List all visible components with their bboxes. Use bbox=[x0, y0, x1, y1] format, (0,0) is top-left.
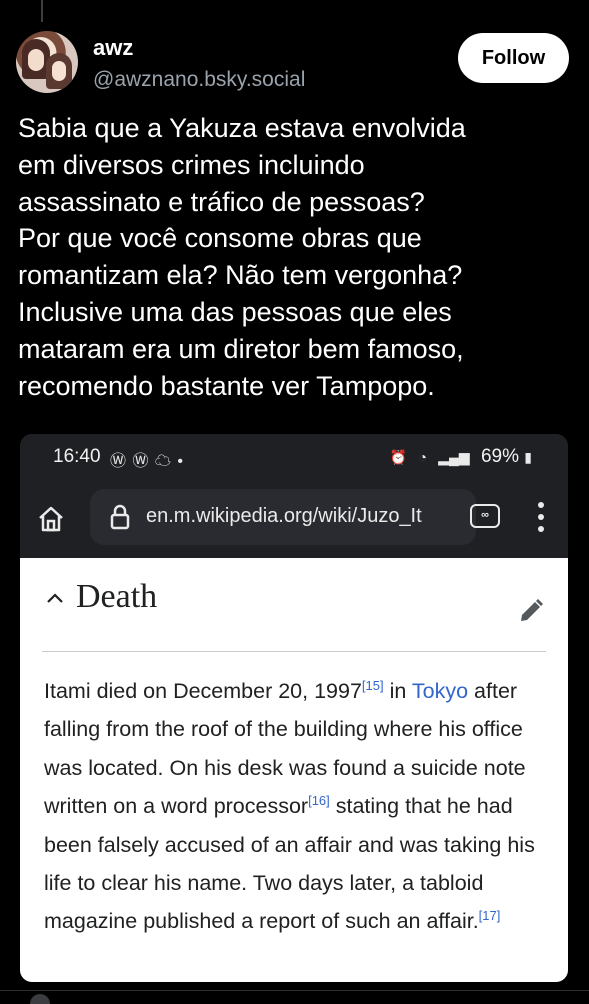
thread-connector-line bbox=[41, 0, 43, 22]
section-divider bbox=[42, 651, 546, 652]
post-line: Sabia que a Yakuza estava envolvida bbox=[18, 113, 466, 143]
author-avatar[interactable] bbox=[16, 31, 78, 93]
home-icon[interactable] bbox=[36, 504, 66, 534]
lock-icon bbox=[110, 504, 130, 530]
signal-icon: ▂▄▆ bbox=[438, 449, 470, 465]
notification-icons: Ⓦ Ⓦ ☁ • bbox=[110, 453, 184, 470]
author-handle[interactable]: @awznano.bsky.social bbox=[93, 68, 305, 92]
post-line: Por que você consome obras que bbox=[18, 223, 422, 254]
url-text: en.m.wikipedia.org/wiki/Juzo_It bbox=[146, 505, 422, 527]
phone-status-bar: 16:40 Ⓦ Ⓦ ☁ • ⏰ ◔ ▂▄▆ 69% ▮ bbox=[20, 434, 568, 482]
next-post-avatar[interactable] bbox=[30, 994, 50, 1004]
alarm-icon: ⏰ bbox=[389, 449, 408, 465]
post-divider bbox=[0, 990, 589, 991]
tokyo-link[interactable]: Tokyo bbox=[412, 679, 468, 703]
status-right-group: ⏰ ◔ ▂▄▆ 69% ▮ bbox=[390, 446, 538, 468]
wikipedia-page: Death Itami died on December 20, 1997[15… bbox=[20, 558, 568, 982]
author-display-name[interactable]: awz bbox=[93, 36, 133, 60]
article-text: Itami died on December 20, 1997 bbox=[44, 679, 362, 703]
article-text: in bbox=[383, 679, 412, 703]
more-menu-icon[interactable] bbox=[536, 500, 546, 534]
status-time: 16:40 bbox=[53, 446, 101, 467]
post-body: Sabia que a Yakuza estava envolvida em d… bbox=[18, 110, 578, 404]
battery-icon: ▮ bbox=[524, 449, 532, 465]
wifi-icon: ◔ bbox=[418, 449, 427, 465]
citation-17[interactable]: [17] bbox=[479, 908, 501, 923]
section-heading[interactable]: Death bbox=[76, 578, 157, 616]
post-line: recomendo bastante ver Tampopo. bbox=[18, 370, 435, 401]
post-line: Inclusive uma das pessoas que eles bbox=[18, 296, 452, 327]
post-line: mataram era um diretor bem famoso, bbox=[18, 333, 464, 364]
follow-button[interactable]: Follow bbox=[458, 33, 569, 83]
pencil-edit-icon[interactable] bbox=[518, 598, 544, 624]
post-line: romantizam ela? Não tem vergonha? bbox=[18, 260, 463, 291]
embedded-screenshot[interactable]: 16:40 Ⓦ Ⓦ ☁ • ⏰ ◔ ▂▄▆ 69% ▮ en.m.wikiped… bbox=[20, 434, 568, 982]
citation-15[interactable]: [15] bbox=[362, 678, 384, 693]
post-line: em diversos crimes incluindo bbox=[18, 149, 365, 180]
tabs-icon[interactable]: ∞ bbox=[470, 504, 500, 528]
address-bar[interactable]: en.m.wikipedia.org/wiki/Juzo_It bbox=[90, 489, 476, 545]
browser-toolbar: en.m.wikipedia.org/wiki/Juzo_It ∞ bbox=[20, 482, 568, 558]
battery-percent: 69% bbox=[480, 446, 519, 467]
article-paragraph: Itami died on December 20, 1997[15] in T… bbox=[44, 672, 544, 941]
post-line: assassinato e tráfico de pessoas? bbox=[18, 186, 425, 217]
chevron-up-icon[interactable] bbox=[46, 592, 64, 604]
citation-16[interactable]: [16] bbox=[308, 793, 330, 808]
